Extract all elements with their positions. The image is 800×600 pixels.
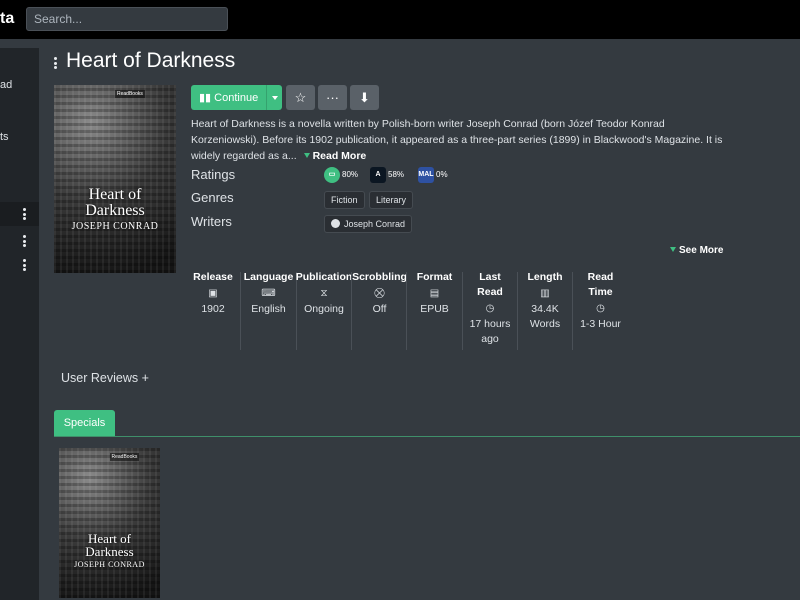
kebab-menu-icon[interactable] <box>23 208 26 220</box>
stat-length: Length ▥ 34.4K Words <box>518 270 572 350</box>
summary-text: Heart of Darkness is a novella written b… <box>191 118 723 162</box>
book-icon: ▮▮ <box>199 92 212 104</box>
more-actions-button[interactable]: ··· <box>318 85 347 110</box>
rating-kavita[interactable]: ▭ 80% <box>324 167 358 183</box>
download-icon: ⬇ <box>359 90 370 105</box>
chevron-down-icon[interactable] <box>266 85 282 110</box>
rating-mal[interactable]: MAL 0% <box>418 167 448 183</box>
special-cover-card[interactable]: ReadBooks Heart of Darkness JOSEPH CONRA… <box>59 448 160 598</box>
cover-publisher: ReadBooks <box>115 90 145 98</box>
title-kebab-icon[interactable] <box>54 57 57 71</box>
stat-read-time: Read Time ◷ 1-3 Hour <box>573 270 628 350</box>
search-input[interactable] <box>26 7 228 31</box>
cover-publisher: ReadBooks <box>109 453 140 461</box>
stat-release: Release ▣ 1902 <box>190 270 236 350</box>
cover-title-line2: Darkness <box>85 202 145 219</box>
sidebar-item-label[interactable]: ad <box>0 79 12 91</box>
kebab-menu-icon[interactable] <box>23 259 26 271</box>
writers-label: Writers <box>191 214 232 229</box>
genre-tag[interactable]: Literary <box>369 191 414 209</box>
book-icon: ▤ <box>429 288 440 299</box>
ratings-label: Ratings <box>191 167 236 182</box>
summary: Heart of Darkness is a novella written b… <box>191 116 731 164</box>
sidebar-item-active[interactable] <box>0 202 39 226</box>
kavita-logo-icon: ▭ <box>324 167 340 183</box>
clock-icon: ◷ <box>596 303 605 314</box>
tab-underline <box>54 436 800 437</box>
page-title: Heart of Darkness <box>66 49 236 72</box>
app-brand[interactable]: ta <box>0 10 14 28</box>
cover-artwork <box>59 448 160 598</box>
user-reviews-button[interactable]: User Reviews + <box>61 371 149 385</box>
calendar-icon: ▣ <box>208 288 218 299</box>
continue-label: ▮▮ Continue <box>199 92 259 104</box>
scrobble-icon: ⛒ <box>374 288 385 299</box>
tab-specials[interactable]: Specials <box>54 410 115 437</box>
cover-author: JOSEPH CONRAD <box>71 221 159 232</box>
ellipsis-icon: ··· <box>326 90 339 105</box>
person-icon <box>331 219 340 228</box>
sidebar-item[interactable] <box>0 253 39 277</box>
stat-divider <box>406 272 407 350</box>
genre-tag[interactable]: Fiction <box>324 191 365 209</box>
stat-language: Language ⌨ English <box>243 271 294 315</box>
cover-author: JOSEPH CONRAD <box>74 560 145 569</box>
anilist-logo-icon: A <box>370 167 386 183</box>
read-more-link[interactable]: Read More <box>300 150 366 162</box>
cover-image[interactable]: ReadBooks Heart of Darkness JOSEPH CONRA… <box>54 85 176 273</box>
sidebar: ad ts <box>0 48 39 600</box>
open-book-icon: ▥ <box>540 288 550 299</box>
mal-logo-icon: MAL <box>418 167 434 183</box>
cover-title-line1: Heart of <box>88 186 142 203</box>
sidebar-item[interactable] <box>0 229 39 253</box>
see-more-link[interactable]: See More <box>666 245 723 256</box>
star-icon: ☆ <box>294 90 307 105</box>
kebab-menu-icon[interactable] <box>23 235 26 247</box>
caret-down-icon <box>670 247 676 253</box>
continue-button[interactable]: ▮▮ Continue <box>191 85 282 110</box>
sidebar-item-label[interactable]: ts <box>0 131 9 143</box>
stat-publication: Publication ⧖ Ongoing <box>295 271 353 315</box>
writer-tag[interactable]: Joseph Conrad <box>324 215 413 233</box>
clock-icon: ◷ <box>485 303 495 314</box>
genres-label: Genres <box>191 190 234 205</box>
stat-divider <box>240 272 241 350</box>
stat-format: Format ▤ EPUB <box>408 270 461 350</box>
stat-last-read: Last Read ◷ 17 hours ago <box>463 270 517 350</box>
stat-scrobbling: Scrobbling ⛒ Off <box>352 271 407 315</box>
want-to-read-button[interactable]: ☆ <box>286 85 315 110</box>
top-navbar: ta <box>0 0 800 39</box>
cover-artwork <box>54 85 176 273</box>
caret-down-icon <box>303 153 310 159</box>
rating-anilist[interactable]: A 58% <box>370 167 404 183</box>
download-button[interactable]: ⬇ <box>350 85 379 110</box>
cover-title-line2: Darkness <box>85 544 134 559</box>
hourglass-icon: ⧖ <box>320 288 328 299</box>
language-icon: ⌨ <box>261 288 276 299</box>
